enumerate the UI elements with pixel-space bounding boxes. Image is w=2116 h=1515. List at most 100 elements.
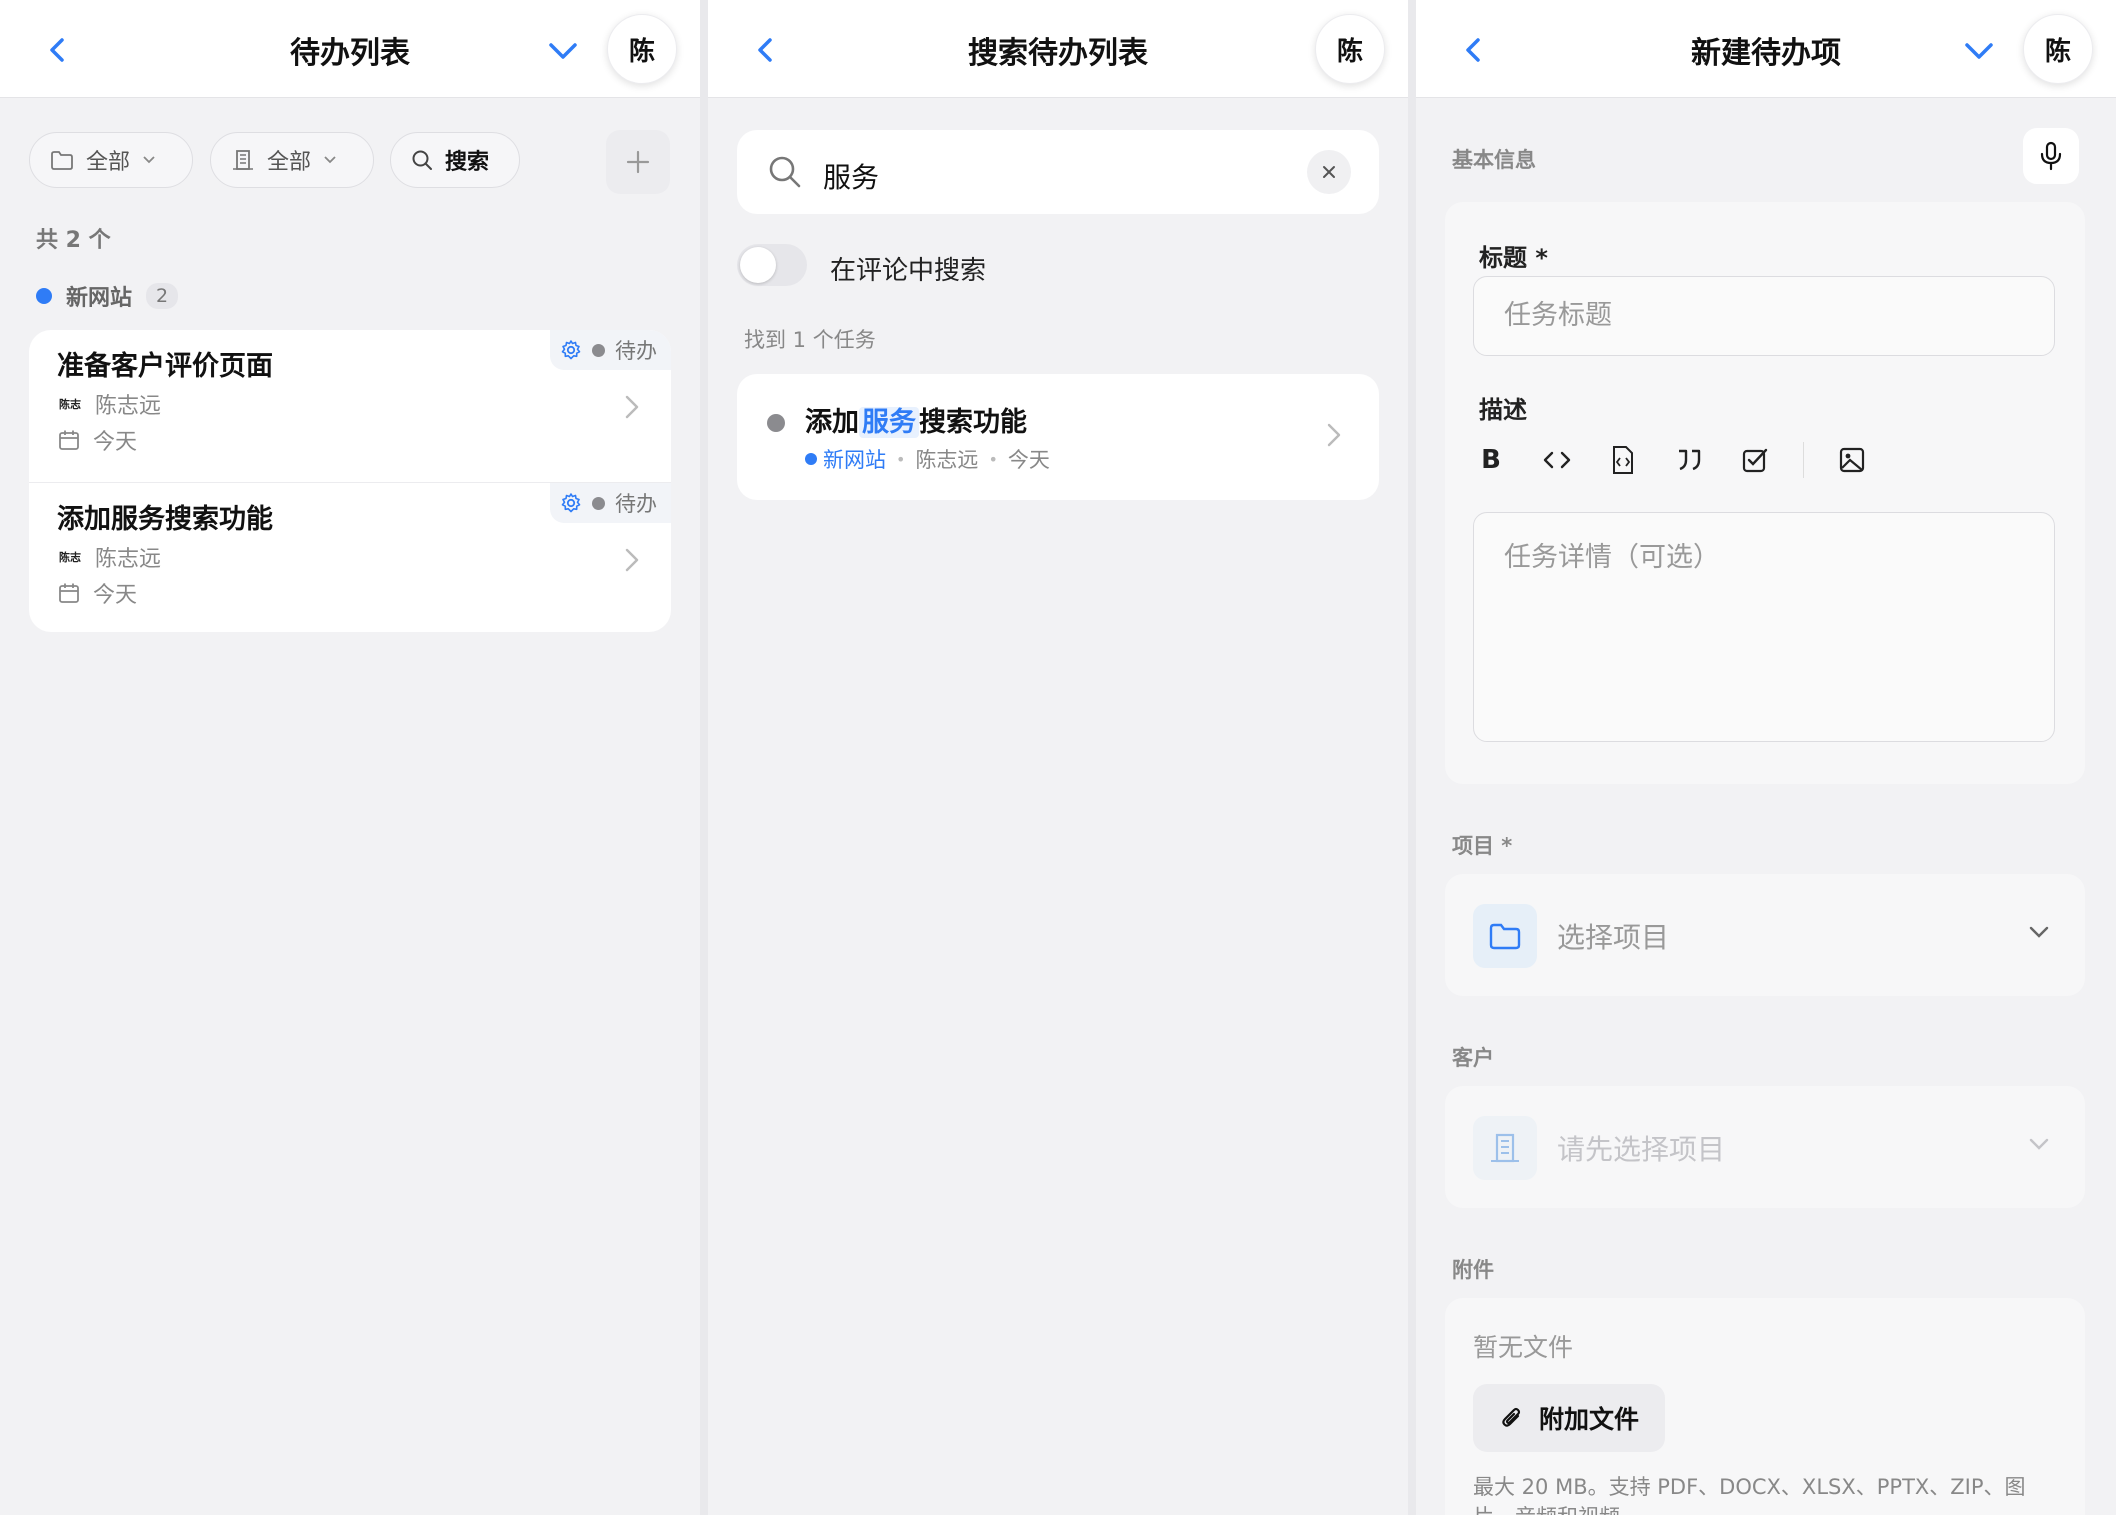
building-icon [233,150,253,170]
search-comments-label: 在评论中搜索 [830,256,987,286]
client-filter-label: 全部 [267,150,312,175]
project-color-dot [805,453,817,465]
due-date-label: 今天 [93,430,138,455]
assignee: 陈志 陈志远 [57,388,161,420]
gear-icon [561,493,581,513]
image-icon[interactable] [1834,442,1870,478]
status-dot [767,414,785,432]
avatar[interactable]: 陈 [2023,14,2093,84]
result-date: 今天 [1007,448,1050,472]
avatar[interactable]: 陈 [1315,14,1385,84]
code-file-icon[interactable] [1605,442,1641,478]
add-task-button[interactable] [606,130,670,194]
checkbox-icon[interactable] [1737,442,1773,478]
task-title: 添加服务搜索功能 [57,504,273,535]
search-comments-toggle[interactable] [737,244,807,286]
result-title-before: 添加 [805,407,859,438]
meta-separator: • [896,449,906,469]
page-title: 待办列表 [290,36,410,71]
result-title: 添加 服务 搜索功能 [805,400,1027,439]
title-input[interactable]: 任务标题 [1473,276,2055,356]
search-result-item[interactable]: 添加 服务 搜索功能 新网站 • 陈志远 • 今天 [737,374,1379,500]
calendar-icon [59,583,79,603]
chevron-right-icon [625,548,639,572]
chevron-down-icon [2029,1138,2049,1150]
due-date-label: 今天 [93,583,138,608]
folder-icon [1489,923,1521,950]
group-name: 新网站 [66,286,133,311]
list-item[interactable]: 添加服务搜索功能 待办 陈志 陈志远 今天 [29,482,671,632]
status-dot [592,343,605,357]
due-date: 今天 [57,577,137,609]
status-label: 待办 [615,339,657,363]
page-title: 搜索待办列表 [968,36,1148,71]
bold-icon[interactable]: B [1473,442,1509,478]
voice-input-button[interactable] [2023,128,2079,184]
toolbar-divider [1803,442,1804,478]
chevron-down-icon[interactable] [543,36,583,66]
project-select-placeholder: 选择项目 [1557,921,1670,954]
search-screen: 搜索待办列表 陈 服务 在评论中搜索 找到 1 个任务 添加 服务 搜索功能 新网站… [708,0,1408,1515]
search-button-label: 搜索 [445,150,490,175]
status-badge: 待办 [550,483,671,523]
attach-file-button[interactable]: 附加文件 [1473,1384,1666,1452]
list-item[interactable]: 准备客户评价页面 待办 陈志 陈志远 今天 [29,330,671,482]
client-select[interactable]: 请先选择项目 [1445,1086,2085,1208]
section-basic-info: 基本信息 [1452,148,1536,172]
project-icon-box [1473,904,1537,968]
group-header[interactable]: 新网站 2 [36,280,179,312]
task-title: 准备客户评价页面 [57,351,273,382]
search-field[interactable]: 服务 [737,130,1379,214]
project-section-label: 项目 * [1452,834,1513,858]
search-icon [412,150,432,170]
gear-icon [561,340,581,360]
chevron-down-icon[interactable] [1959,36,1999,66]
task-list: 准备客户评价页面 待办 陈志 陈志远 今天 添加服务搜索功能 待办 陈志 陈志远… [29,330,671,632]
client-section-label: 客户 [1452,1046,1494,1070]
clear-search-button[interactable] [1307,150,1351,194]
assignee-name: 陈志远 [95,394,162,419]
chevron-right-icon [625,395,639,419]
basic-info-form: 标题 * 任务标题 描述 B 任务详情（可选） [1445,202,2085,784]
result-meta: 新网站 • 陈志远 • 今天 [805,444,1050,474]
project-select[interactable]: 选择项目 [1445,874,2085,996]
code-icon[interactable] [1539,442,1575,478]
search-button[interactable]: 搜索 [390,132,520,188]
result-project-name: 新网站 [823,448,886,472]
status-badge: 待办 [550,330,671,370]
assignee-avatar: 陈志 [59,551,81,564]
new-todo-screen: 新建待办项 陈 基本信息 标题 * 任务标题 描述 B 任务详情（可选） 项目 … [1416,0,2116,1515]
attach-hint: 最大 20 MB。支持 PDF、DOCX、XLSX、PPTX、ZIP、图片、音频… [1473,1475,2026,1515]
task-count: 共 2 个 [36,228,111,253]
description-input[interactable]: 任务详情（可选） [1473,512,2055,742]
search-icon [769,156,801,188]
attachments-section-label: 附件 [1452,1258,1494,1282]
result-title-highlight: 服务 [859,407,919,438]
format-toolbar: B [1473,442,1870,478]
chevron-right-icon [1327,423,1341,447]
result-project: 新网站 [805,444,886,474]
top-bar: 待办列表 陈 [0,0,700,98]
attach-file-label: 附加文件 [1539,1405,1640,1434]
quote-icon[interactable] [1671,442,1707,478]
folder-icon [51,151,73,170]
search-input[interactable]: 服务 [823,156,879,196]
page-title: 新建待办项 [1691,36,1841,71]
building-icon [1491,1133,1519,1163]
client-select-placeholder: 请先选择项目 [1557,1133,1726,1166]
result-assignee: 陈志远 [915,448,979,472]
attachments-panel: 暂无文件 附加文件 最大 20 MB。支持 PDF、DOCX、XLSX、PPTX… [1445,1298,2085,1515]
project-filter[interactable]: 全部 [29,132,193,188]
avatar[interactable]: 陈 [607,14,677,84]
client-filter[interactable]: 全部 [210,132,374,188]
client-icon-box [1473,1116,1537,1180]
status-label: 待办 [615,492,657,516]
chevron-down-icon [2029,926,2049,938]
title-label: 标题 * [1479,244,1548,272]
status-dot [592,496,605,510]
calendar-icon [59,430,79,450]
close-icon [1323,166,1335,178]
assignee: 陈志 陈志远 [57,541,161,573]
project-filter-label: 全部 [86,150,131,175]
results-count: 找到 1 个任务 [744,328,876,352]
